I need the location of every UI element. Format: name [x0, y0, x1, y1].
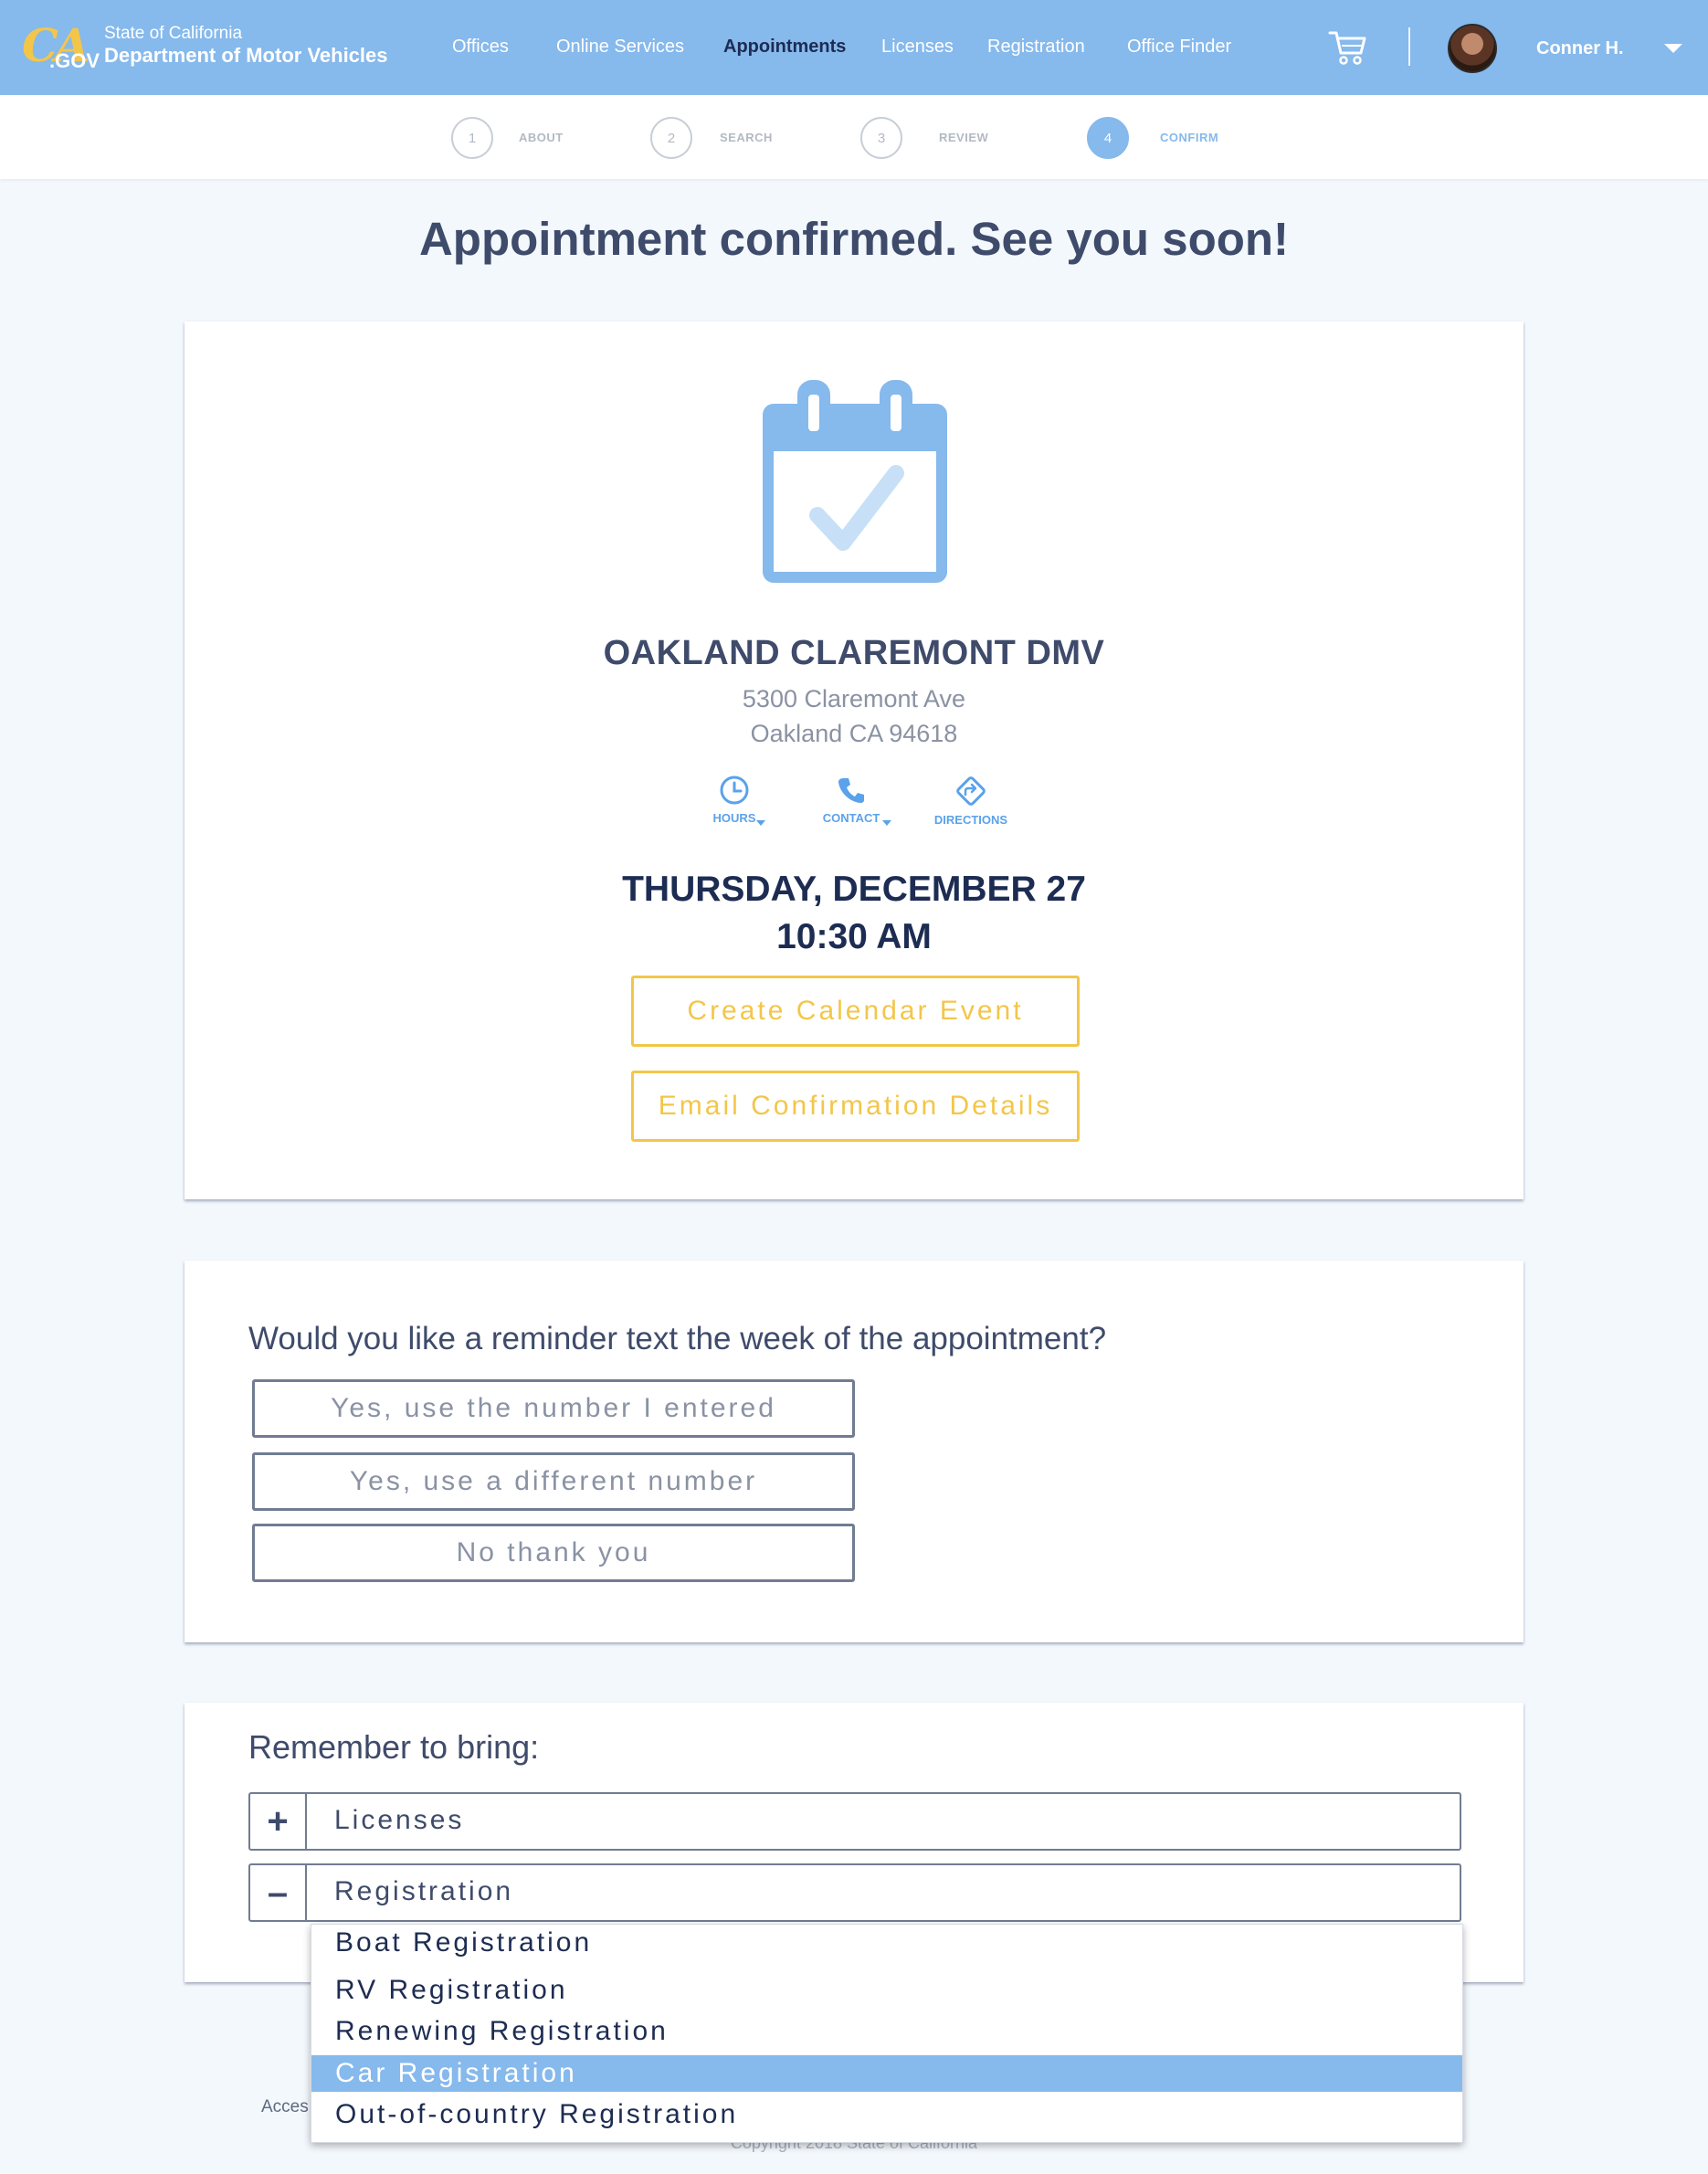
reminder-question: Would you like a reminder text the week …	[248, 1321, 1107, 1356]
registration-accordion[interactable]: – Registration	[248, 1863, 1461, 1922]
directions-link[interactable]: DIRECTIONS	[921, 775, 1021, 827]
progress-stepper: 1 ABOUT 2 SEARCH 3 REVIEW 4 CONFIRM	[0, 95, 1708, 179]
email-confirmation-button[interactable]: Email Confirmation Details	[631, 1071, 1080, 1142]
office-name: OAKLAND CLAREMONT DMV	[603, 634, 1105, 672]
nav-licenses[interactable]: Licenses	[881, 37, 954, 58]
step-3-circle: 3	[860, 117, 902, 159]
ca-gov-logo[interactable]: CA .GOV	[22, 18, 100, 75]
create-calendar-event-button[interactable]: Create Calendar Event	[631, 976, 1080, 1047]
nav-online-services[interactable]: Online Services	[556, 37, 684, 58]
expand-plus-icon[interactable]: +	[250, 1794, 307, 1849]
nav-appointments[interactable]: Appointments	[723, 37, 846, 58]
avatar[interactable]	[1448, 24, 1497, 73]
state-label: State of California	[104, 24, 243, 43]
footer-accessibility-link[interactable]: Acces	[261, 2097, 309, 2117]
dropdown-item-boat-registration[interactable]: Boat Registration	[311, 1925, 1462, 1961]
chevron-down-icon[interactable]	[1664, 44, 1682, 53]
step-2-circle: 2	[650, 117, 692, 159]
hours-toggle[interactable]: HOURS	[698, 775, 771, 825]
logo-gov-text: .GOV	[49, 49, 100, 72]
reminder-card: Would you like a reminder text the week …	[185, 1261, 1523, 1642]
agency-name: Department of Motor Vehicles	[104, 44, 388, 67]
step-4-circle: 4	[1087, 117, 1129, 159]
nav-office-finder[interactable]: Office Finder	[1127, 37, 1231, 58]
contact-caret-icon[interactable]	[882, 820, 891, 826]
step-1-circle: 1	[451, 117, 493, 159]
phone-icon	[838, 778, 864, 803]
dropdown-item-car-registration[interactable]: Car Registration	[311, 2055, 1462, 2092]
reminder-same-number-button[interactable]: Yes, use the number I entered	[252, 1379, 855, 1438]
appointment-time: 10:30 AM	[776, 917, 932, 956]
bring-title: Remember to bring:	[248, 1728, 540, 1766]
dropdown-item-rv-registration[interactable]: RV Registration	[311, 1972, 1462, 2009]
licenses-accordion[interactable]: + Licenses	[248, 1792, 1461, 1851]
registration-dropdown-list: Boat Registration RV Registration Renewi…	[311, 1924, 1463, 2143]
step-1-label: ABOUT	[519, 131, 564, 144]
step-3-label: REVIEW	[939, 131, 989, 144]
directions-label: DIRECTIONS	[933, 813, 1008, 827]
address-line-1: 5300 Claremont Ave	[742, 685, 966, 712]
confirmation-card: OAKLAND CLAREMONT DMV 5300 Claremont Ave…	[185, 322, 1523, 1199]
hours-caret-icon[interactable]	[756, 820, 765, 826]
cart-icon[interactable]	[1328, 29, 1368, 66]
user-name[interactable]: Conner H.	[1536, 38, 1624, 59]
registration-accordion-label: Registration	[334, 1876, 514, 1906]
licenses-accordion-label: Licenses	[334, 1805, 465, 1835]
nav-offices[interactable]: Offices	[452, 37, 509, 58]
clock-icon	[720, 776, 749, 805]
appointment-date: THURSDAY, DECEMBER 27	[622, 870, 1086, 909]
address-line-2: Oakland CA 94618	[750, 720, 958, 747]
contact-toggle[interactable]: CONTACT	[806, 775, 897, 825]
dropdown-item-out-of-country-registration[interactable]: Out-of-country Registration	[311, 2096, 1462, 2133]
page-title: Appointment confirmed. See you soon!	[418, 213, 1290, 265]
nav-registration[interactable]: Registration	[987, 37, 1085, 58]
top-navigation-bar: CA .GOV State of California Department o…	[0, 0, 1708, 95]
reminder-decline-button[interactable]: No thank you	[252, 1524, 855, 1582]
step-4-label: CONFIRM	[1160, 131, 1219, 144]
dropdown-item-renewing-registration[interactable]: Renewing Registration	[311, 2013, 1462, 2050]
header-divider	[1408, 27, 1410, 66]
collapse-minus-icon[interactable]: –	[250, 1865, 307, 1920]
calendar-check-icon	[761, 378, 949, 585]
reminder-different-number-button[interactable]: Yes, use a different number	[252, 1452, 855, 1511]
directions-icon	[956, 776, 986, 806]
step-2-label: SEARCH	[720, 131, 773, 144]
